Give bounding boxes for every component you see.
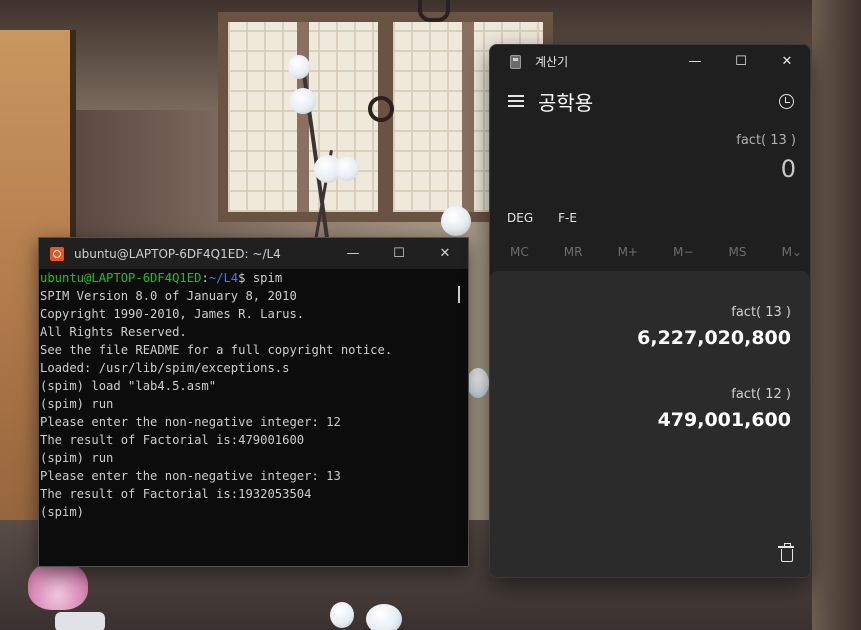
calculator-minimize-button[interactable]: — <box>672 45 718 78</box>
calculator-mode-title: 공학용 <box>538 90 594 115</box>
calculator-display: 0 <box>780 155 796 183</box>
terminal-line: The result of Factorial is:479001600 <box>40 433 305 447</box>
terminal-minimize-button[interactable]: — <box>330 238 376 269</box>
history-panel: fact( 13 ) 6,227,020,800 fact( 12 ) 479,… <box>490 271 810 577</box>
calculator-window[interactable]: 계산기 — ☐ ✕ 공학용 fact( 13 ) 0 DEG F-E MC MR… <box>489 44 811 578</box>
memory-store-button[interactable]: MS <box>729 245 747 263</box>
wallpaper-door-ring <box>368 96 394 122</box>
terminal-line: Loaded: /usr/lib/spim/exceptions.s <box>40 361 290 375</box>
terminal-line: The result of Factorial is:1932053504 <box>40 487 312 501</box>
wallpaper-blossom <box>335 157 359 181</box>
terminal-line: Copyright 1990-2010, James R. Larus. <box>40 307 305 321</box>
prompt-user-host: ubuntu@LAPTOP-6DF4Q1ED <box>40 271 202 285</box>
history-result: 6,227,020,800 <box>637 327 791 349</box>
ubuntu-icon <box>50 246 64 261</box>
calculator-expression: fact( 13 ) <box>736 133 796 148</box>
terminal-titlebar[interactable]: ubuntu@LAPTOP-6DF4Q1ED: ~/L4 — ☐ ✕ <box>39 238 468 269</box>
memory-row: MC MR M+ M− MS M⌄ <box>490 245 810 263</box>
memory-add-button[interactable]: M+ <box>618 245 638 263</box>
memory-list-button[interactable]: M⌄ <box>782 245 802 263</box>
wallpaper-blossom <box>288 55 310 79</box>
clear-history-icon[interactable] <box>778 543 794 562</box>
wallpaper-post <box>812 0 861 630</box>
prompt-suffix: $ <box>238 271 253 285</box>
terminal-line: (spim) <box>40 505 85 519</box>
history-expression: fact( 13 ) <box>731 305 791 320</box>
wallpaper-vase <box>55 612 105 630</box>
history-result: 479,001,600 <box>657 409 791 431</box>
menu-icon[interactable] <box>508 95 524 107</box>
terminal-line: SPIM Version 8.0 of January 8, 2010 <box>40 289 297 303</box>
wallpaper-blossom <box>441 206 471 236</box>
wallpaper-blossom <box>467 368 489 398</box>
wallpaper-blossom <box>366 604 402 630</box>
history-expression: fact( 12 ) <box>731 387 791 402</box>
wallpaper-window-left <box>218 12 388 222</box>
terminal-maximize-button[interactable]: ☐ <box>376 238 422 269</box>
calculator-header: 공학용 <box>490 78 810 124</box>
terminal-title: ubuntu@LAPTOP-6DF4Q1ED: ~/L4 <box>74 246 281 261</box>
terminal-close-button[interactable]: ✕ <box>422 238 468 269</box>
prompt-separator: : <box>201 271 209 285</box>
terminal-line: See the file README for a full copyright… <box>40 343 393 357</box>
calculator-mode-row: DEG F-E <box>490 211 810 229</box>
calculator-app-icon <box>510 54 521 69</box>
terminal-prompt-line: ubuntu@LAPTOP-6DF4Q1ED:~/L4$ spim <box>40 269 468 287</box>
terminal-line: (spim) run <box>40 397 114 411</box>
prompt-command: spim <box>252 271 283 285</box>
calculator-close-button[interactable]: ✕ <box>764 45 810 78</box>
wallpaper-blossom <box>290 88 316 114</box>
wallpaper-lotus <box>28 560 88 610</box>
calculator-title: 계산기 <box>535 55 569 69</box>
calculator-titlebar[interactable]: 계산기 — ☐ ✕ <box>490 45 810 78</box>
memory-subtract-button[interactable]: M− <box>673 245 693 263</box>
prompt-path: ~/L4 <box>208 271 239 285</box>
memory-recall-button[interactable]: MR <box>564 245 583 263</box>
history-icon[interactable] <box>779 93 794 109</box>
history-item[interactable]: fact( 12 ) 479,001,600 <box>490 387 810 437</box>
history-item[interactable]: fact( 13 ) 6,227,020,800 <box>490 305 810 355</box>
terminal-line: (spim) load "lab4.5.asm" <box>40 379 217 393</box>
terminal-line: (spim) run <box>40 451 114 465</box>
wallpaper-hook <box>418 0 450 22</box>
terminal-output[interactable]: ubuntu@LAPTOP-6DF4Q1ED:~/L4$ spim SPIM V… <box>39 269 468 566</box>
notation-button[interactable]: F-E <box>558 211 577 229</box>
terminal-scrollbar[interactable] <box>458 286 460 303</box>
memory-clear-button[interactable]: MC <box>510 245 529 263</box>
wallpaper-blossom <box>330 602 354 628</box>
terminal-window[interactable]: ubuntu@LAPTOP-6DF4Q1ED: ~/L4 — ☐ ✕ ubunt… <box>38 237 469 567</box>
terminal-line: Please enter the non-negative integer: 1… <box>40 469 341 483</box>
terminal-line: All Rights Reserved. <box>40 325 187 339</box>
angle-mode-button[interactable]: DEG <box>507 211 533 229</box>
calculator-maximize-button[interactable]: ☐ <box>718 45 764 78</box>
terminal-line: Please enter the non-negative integer: 1… <box>40 415 341 429</box>
